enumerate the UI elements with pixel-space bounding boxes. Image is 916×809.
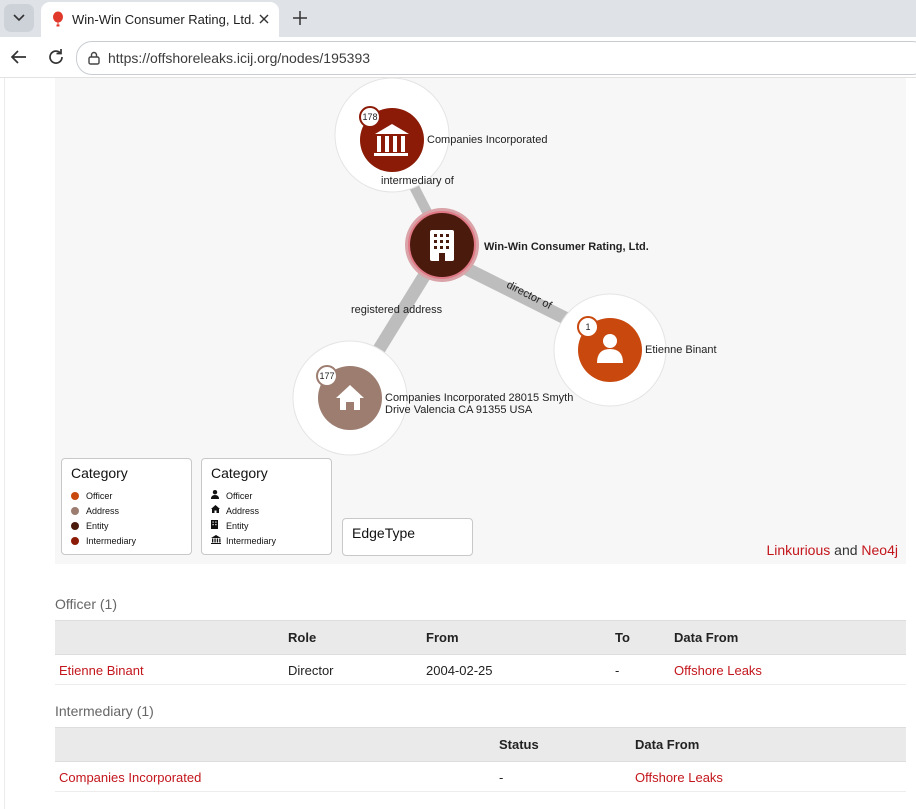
legend-item-officer: Officer xyxy=(71,490,112,502)
edge-label-intermediary: intermediary of xyxy=(381,175,454,187)
linkurious-link[interactable]: Linkurious xyxy=(766,542,830,558)
legend-item-address: Address xyxy=(211,505,259,517)
legend-item-intermediary: Intermediary xyxy=(211,535,276,547)
page-border xyxy=(4,78,5,809)
building-icon xyxy=(430,230,454,261)
row-divider xyxy=(55,791,906,792)
col-to: To xyxy=(615,630,630,645)
legend-item-entity: Entity xyxy=(211,520,249,532)
tab-title: Win-Win Consumer Rating, Ltd. | I xyxy=(72,12,255,27)
tab-strip: Win-Win Consumer Rating, Ltd. | I xyxy=(0,0,916,37)
back-arrow-icon[interactable] xyxy=(8,46,30,68)
address-dot-icon xyxy=(71,507,79,515)
legend-category-icons: Category Officer Address Entity Intermed… xyxy=(201,458,332,555)
legend-item-officer: Officer xyxy=(211,490,252,502)
plus-icon xyxy=(293,11,307,25)
legend-title: EdgeType xyxy=(352,525,416,541)
browser-toolbar: https://offshoreleaks.icij.org/nodes/195… xyxy=(0,37,916,78)
node-label-intermediary[interactable]: Companies Incorporated xyxy=(427,134,547,147)
officer-dot-icon xyxy=(71,492,79,500)
chevron-down-icon xyxy=(13,14,25,22)
legend-category-colors: Category Officer Address Entity Intermed… xyxy=(61,458,192,555)
col-role: Role xyxy=(288,630,317,645)
neo4j-link[interactable]: Neo4j xyxy=(861,542,898,558)
count-address: 177 xyxy=(319,371,335,381)
intermediary-section-title: Intermediary (1) xyxy=(55,703,154,719)
legend-item-address: Address xyxy=(71,505,119,517)
legend-item-intermediary: Intermediary xyxy=(71,535,136,547)
entity-dot-icon xyxy=(71,522,79,530)
count-intermediary: 178 xyxy=(362,112,378,122)
graph-canvas[interactable]: 178 1 177 Companies Incorporated Win-Win… xyxy=(55,78,906,564)
intermediary-status: - xyxy=(499,770,504,785)
browser-tab[interactable]: Win-Win Consumer Rating, Ltd. | I xyxy=(41,2,279,37)
graph-credit: Linkurious and Neo4j xyxy=(766,542,898,558)
col-data-from: Data From xyxy=(635,737,700,752)
new-tab-button[interactable] xyxy=(289,7,311,29)
row-divider xyxy=(55,684,906,685)
page-content: 178 1 177 Companies Incorporated Win-Win… xyxy=(0,78,916,809)
legend-item-entity: Entity xyxy=(71,520,109,532)
officer-role: Director xyxy=(288,663,334,678)
reload-icon[interactable] xyxy=(45,46,67,68)
officer-data-from-link[interactable]: Offshore Leaks xyxy=(674,663,762,678)
legend-title: Category xyxy=(71,465,128,481)
credit-and: and xyxy=(834,542,858,558)
legend-edge-type: EdgeType xyxy=(342,518,473,556)
col-status: Status xyxy=(499,737,539,752)
intermediary-dot-icon xyxy=(71,537,79,545)
officer-name-link[interactable]: Etienne Binant xyxy=(59,663,144,678)
legend-title: Category xyxy=(211,465,268,481)
site-info-icon[interactable] xyxy=(86,50,102,66)
intermediary-table-header: Status Data From xyxy=(55,727,906,762)
officer-to: - xyxy=(615,663,620,678)
node-label-center[interactable]: Win-Win Consumer Rating, Ltd. xyxy=(484,241,649,254)
col-data-from: Data From xyxy=(674,630,739,645)
col-from: From xyxy=(426,630,459,645)
officer-from: 2004-02-25 xyxy=(426,663,493,678)
node-label-officer[interactable]: Etienne Binant xyxy=(645,344,717,357)
address-bar[interactable]: https://offshoreleaks.icij.org/nodes/195… xyxy=(76,41,916,75)
balloon-favicon-icon xyxy=(53,11,63,27)
edge-label-address: registered address xyxy=(351,304,443,316)
officer-table-header: Role From To Data From xyxy=(55,620,906,655)
officer-section-title: Officer (1) xyxy=(55,596,117,612)
intermediary-name-link[interactable]: Companies Incorporated xyxy=(59,770,201,785)
node-label-address-line2[interactable]: Drive Valencia CA 91355 USA xyxy=(385,404,532,417)
count-officer: 1 xyxy=(585,322,591,332)
tab-search-button[interactable] xyxy=(4,4,34,32)
tab-close-icon[interactable] xyxy=(255,10,273,28)
intermediary-data-from-link[interactable]: Offshore Leaks xyxy=(635,770,723,785)
url-text: https://offshoreleaks.icij.org/nodes/195… xyxy=(108,50,371,66)
